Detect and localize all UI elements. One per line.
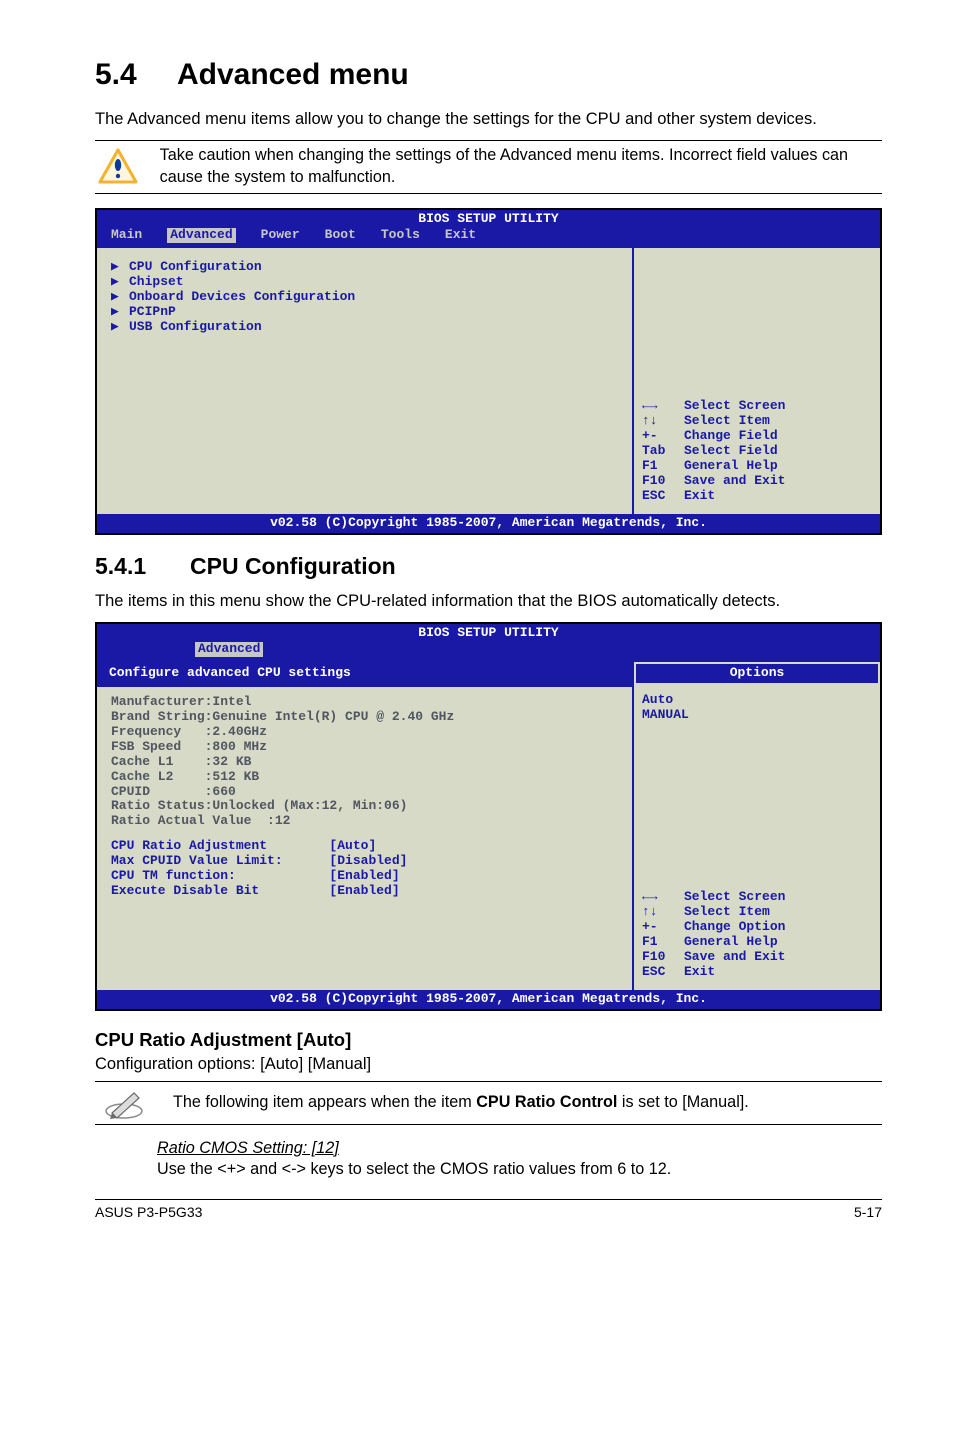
bios2-menubar: Advanced xyxy=(97,642,880,660)
section-number: 5.4 xyxy=(95,58,177,92)
subsection-number: 5.4.1 xyxy=(95,553,190,580)
bios-screenshot-advanced-menu: BIOS SETUP UTILITY Main Advanced Power Boot… xyxy=(95,208,882,535)
bios2-left-panel: Configure advanced CPU settings Manufact… xyxy=(97,660,634,990)
nav-row: ↑↓Select Item xyxy=(642,905,872,920)
cpu-info-line: Cache L2 :512 KB xyxy=(111,770,618,785)
bios-item: ▶Chipset xyxy=(111,275,618,290)
bios2-panel-title: Configure advanced CPU settings xyxy=(97,662,632,687)
cpu-setting-row: Execute Disable Bit [Enabled] xyxy=(111,884,618,899)
footer-left: ASUS P3-P5G33 xyxy=(95,1204,202,1220)
info-note-bold: CPU Ratio Control xyxy=(476,1093,617,1111)
subsection-intro: The items in this menu show the CPU-rela… xyxy=(95,590,882,612)
cpu-info-line: Ratio Actual Value :12 xyxy=(111,814,618,829)
bios-item: ▶USB Configuration xyxy=(111,320,618,335)
item-body-ratio-cmos: Use the <+> and <-> keys to select the C… xyxy=(157,1160,882,1179)
option-value: MANUAL xyxy=(642,708,872,723)
bios-menu-advanced: Advanced xyxy=(167,228,235,243)
cpu-info-line: Manufacturer:Intel xyxy=(111,695,618,710)
subsection-heading: 5.4.1CPU Configuration xyxy=(95,553,882,580)
item-heading-cpu-ratio: CPU Ratio Adjustment [Auto] xyxy=(95,1029,882,1051)
nav-row: TabSelect Field xyxy=(642,444,872,459)
cpu-info-line: FSB Speed :800 MHz xyxy=(111,740,618,755)
nav-row: ESCExit xyxy=(642,489,872,504)
nav-row: ESCExit xyxy=(642,965,872,980)
info-note-pre: The following item appears when the item xyxy=(173,1093,476,1111)
bios-menubar: Main Advanced Power Boot Tools Exit xyxy=(97,228,880,246)
info-note-text: The following item appears when the item… xyxy=(173,1092,749,1114)
nav-row: F10Save and Exit xyxy=(642,950,872,965)
bios2-right-panel: Options AutoMANUAL ←→Select Screen↑↓Sele… xyxy=(634,660,880,990)
subsection-title-text: CPU Configuration xyxy=(190,553,396,579)
bios-menu-boot: Boot xyxy=(325,228,356,243)
nav-row: ←→Select Screen xyxy=(642,890,872,905)
cpu-info-line: Brand String:Genuine Intel(R) CPU @ 2.40… xyxy=(111,710,618,725)
caution-icon xyxy=(95,148,142,186)
bios-screenshot-cpu-config: BIOS SETUP UTILITY Advanced Configure ad… xyxy=(95,622,882,1011)
bios2-title: BIOS SETUP UTILITY xyxy=(97,624,880,642)
bios-title: BIOS SETUP UTILITY xyxy=(97,210,880,228)
bios-footer: v02.58 (C)Copyright 1985-2007, American … xyxy=(97,514,880,533)
item-heading-ratio-cmos: Ratio CMOS Setting: [12] xyxy=(157,1139,882,1158)
page-footer: ASUS P3-P5G33 5-17 xyxy=(95,1199,882,1220)
nav-row: F1General Help xyxy=(642,459,872,474)
section-heading: 5.4Advanced menu xyxy=(95,58,882,92)
bios-item: ▶Onboard Devices Configuration xyxy=(111,290,618,305)
bios2-footer: v02.58 (C)Copyright 1985-2007, American … xyxy=(97,990,880,1009)
bios2-tab-advanced: Advanced xyxy=(195,642,263,657)
cpu-info-line: Frequency :2.40GHz xyxy=(111,725,618,740)
cpu-setting-row: Max CPUID Value Limit: [Disabled] xyxy=(111,854,618,869)
nav-row: +-Change Field xyxy=(642,429,872,444)
nav-row: F10Save and Exit xyxy=(642,474,872,489)
nav-row: +-Change Option xyxy=(642,920,872,935)
bios-menu-power: Power xyxy=(261,228,300,243)
caution-note: Take caution when changing the settings … xyxy=(95,140,882,194)
intro-paragraph: The Advanced menu items allow you to cha… xyxy=(95,108,882,130)
bios-menu-exit: Exit xyxy=(445,228,476,243)
bios-menu-tools: Tools xyxy=(381,228,420,243)
cpu-info-line: Ratio Status:Unlocked (Max:12, Min:06) xyxy=(111,799,618,814)
item-body-cpu-ratio: Configuration options: [Auto] [Manual] xyxy=(95,1053,882,1075)
cpu-info-line: Cache L1 :32 KB xyxy=(111,755,618,770)
footer-right: 5-17 xyxy=(854,1204,882,1220)
info-note-post: is set to [Manual]. xyxy=(617,1093,748,1111)
caution-text: Take caution when changing the settings … xyxy=(160,145,882,189)
bios-menu-main: Main xyxy=(111,228,142,243)
cpu-info-line: CPUID :660 xyxy=(111,785,618,800)
nav-row: ←→Select Screen xyxy=(642,399,872,414)
nav-row: F1General Help xyxy=(642,935,872,950)
bios-item: ▶PCIPnP xyxy=(111,305,618,320)
bios-right-panel: ←→Select Screen↑↓Select Item+-Change Fie… xyxy=(634,246,880,514)
nav-row: ↑↓Select Item xyxy=(642,414,872,429)
cpu-setting-row: CPU Ratio Adjustment [Auto] xyxy=(111,839,618,854)
bios-item: ▶CPU Configuration xyxy=(111,260,618,275)
options-header: Options xyxy=(634,662,880,685)
section-title-text: Advanced menu xyxy=(177,58,409,91)
cpu-setting-row: CPU TM function: [Enabled] xyxy=(111,869,618,884)
option-value: Auto xyxy=(642,693,872,708)
info-note: The following item appears when the item… xyxy=(95,1081,882,1125)
bios-left-panel: ▶CPU Configuration▶Chipset▶Onboard Devic… xyxy=(97,246,634,514)
pencil-icon xyxy=(95,1086,155,1120)
